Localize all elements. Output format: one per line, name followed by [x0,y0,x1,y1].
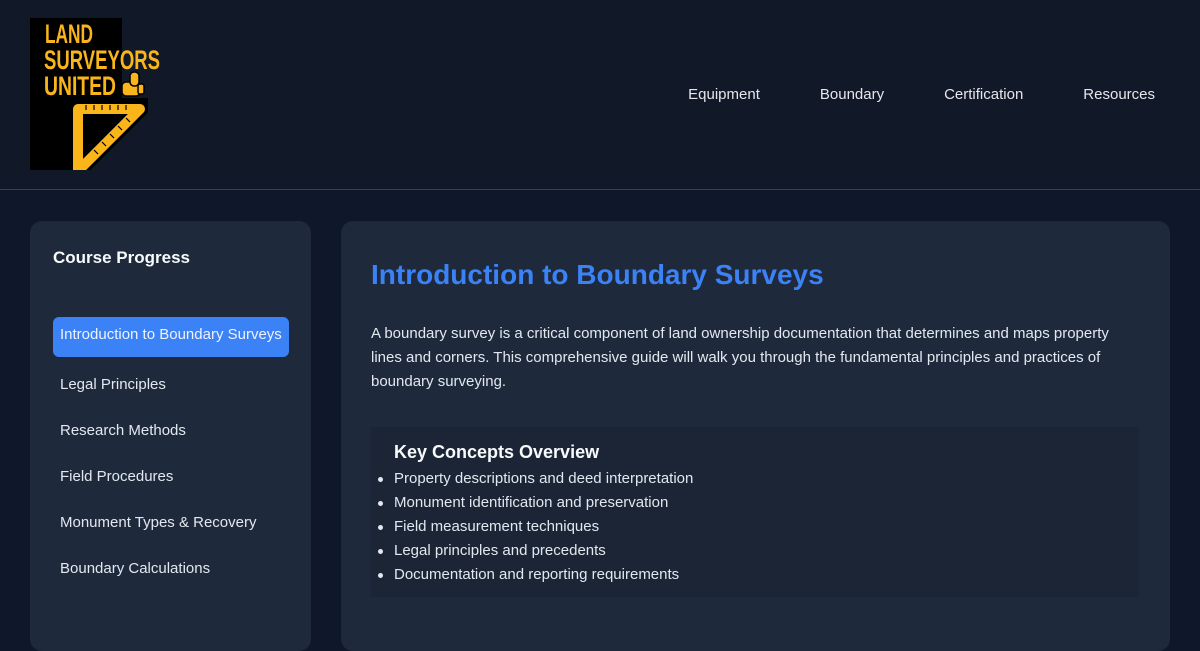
module-item-introduction[interactable]: Introduction to Boundary Surveys [53,317,289,357]
key-concepts-box: Key Concepts Overview Property descripti… [371,427,1142,597]
thumbs-up-icon [121,71,145,97]
site-header: LAND LAND SURVEYORS UNITED Equipment Bou… [0,0,1200,190]
list-item: Documentation and reporting requirements [377,563,693,587]
key-concepts-list: Property descriptions and deed interpret… [377,467,693,587]
list-item: Monument identification and preservation [377,491,693,515]
set-square-ruler-icon [70,101,148,179]
sidebar-title: Course Progress [53,248,190,267]
nav-link-resources[interactable]: Resources [1083,86,1155,103]
list-item: Property descriptions and deed interpret… [377,467,693,491]
module-item-legal-principles[interactable]: Legal Principles [53,367,289,403]
main-nav: Equipment Boundary Certification Resourc… [628,86,1155,103]
site-logo[interactable]: LAND LAND SURVEYORS UNITED [30,14,162,179]
lesson-content: Introduction to Boundary Surveys A bound… [341,221,1170,651]
logo-graphic: LAND LAND SURVEYORS UNITED [30,18,160,179]
course-progress-sidebar: Course Progress Introduction to Boundary… [30,221,311,651]
nav-link-equipment[interactable]: Equipment [688,86,760,103]
lesson-title: Introduction to Boundary Surveys [371,259,824,290]
module-item-monument-types[interactable]: Monument Types & Recovery [53,505,289,541]
list-item: Field measurement techniques [377,515,693,539]
nav-link-certification[interactable]: Certification [944,86,1023,103]
course-module-list: Introduction to Boundary Surveys Legal P… [53,317,289,587]
module-item-field-procedures[interactable]: Field Procedures [53,459,289,495]
lesson-intro: A boundary survey is a critical componen… [371,325,1109,390]
module-item-research-methods[interactable]: Research Methods [53,413,289,449]
list-item: Legal principles and precedents [377,539,693,563]
logo-line3: UNITED [44,71,116,101]
key-concepts-heading: Key Concepts Overview [394,442,600,462]
nav-link-boundary[interactable]: Boundary [820,86,884,103]
module-item-boundary-calculations[interactable]: Boundary Calculations [53,551,289,587]
